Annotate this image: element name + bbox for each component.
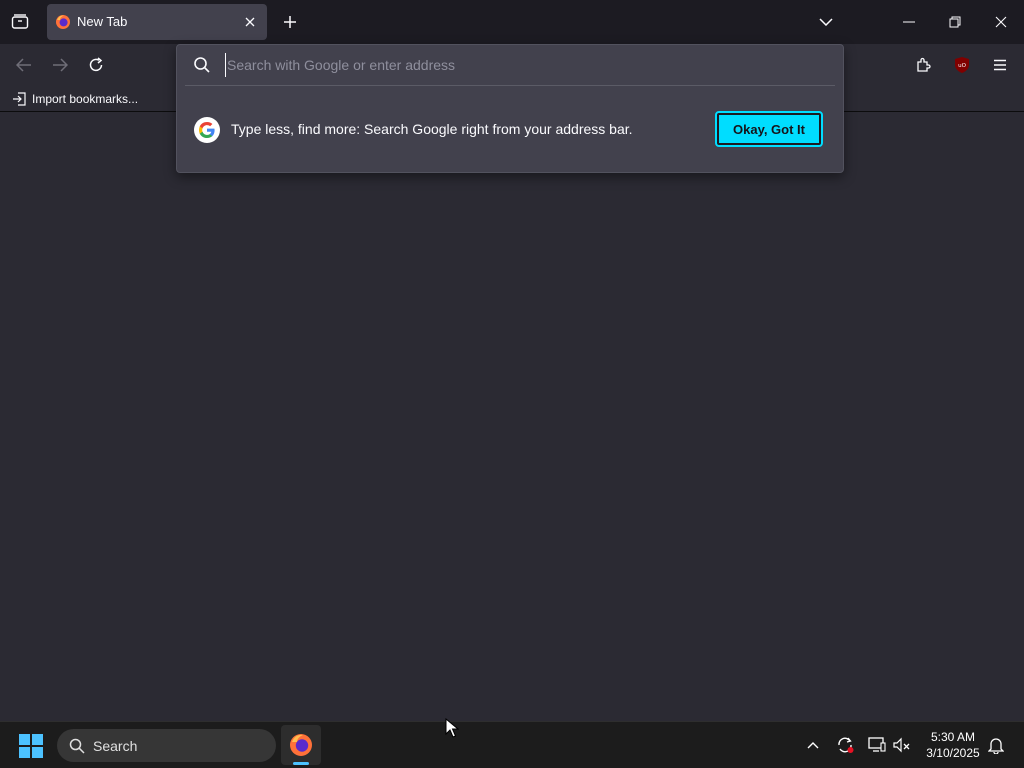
popup-divider — [185, 85, 835, 86]
address-bar-input[interactable] — [225, 53, 825, 77]
restore-button[interactable] — [932, 6, 978, 38]
volume-tray-icon[interactable] — [891, 734, 913, 756]
list-all-tabs-button[interactable] — [814, 10, 838, 34]
chevron-down-icon — [819, 18, 833, 26]
tab-overview-button[interactable] — [6, 10, 34, 34]
taskbar-search-label: Search — [93, 737, 138, 754]
tab-title: New Tab — [77, 14, 128, 29]
new-tab-button[interactable] — [278, 10, 302, 34]
close-icon — [245, 17, 255, 27]
forward-icon — [53, 58, 68, 72]
clock-date: 3/10/2025 — [926, 746, 980, 760]
plus-icon — [284, 16, 296, 28]
firefox-icon — [56, 15, 70, 29]
clock-time: 5:30 AM — [930, 730, 976, 744]
ublock-origin-button[interactable]: uO — [949, 52, 975, 78]
minimize-icon — [903, 21, 915, 23]
restore-icon — [949, 16, 961, 28]
sync-icon — [838, 737, 854, 753]
show-hidden-icons-button[interactable] — [802, 734, 824, 756]
search-icon — [194, 57, 210, 73]
back-button[interactable] — [11, 52, 37, 78]
tab-close-button[interactable] — [241, 13, 259, 31]
search-tip-text: Type less, find more: Search Google righ… — [231, 121, 633, 137]
close-window-button[interactable] — [978, 6, 1024, 38]
bell-icon — [988, 738, 1004, 754]
extensions-icon — [917, 57, 931, 72]
import-icon — [13, 92, 26, 106]
network-icon — [868, 737, 886, 752]
network-tray-icon[interactable] — [866, 734, 888, 756]
tab-overview-icon — [11, 14, 29, 29]
import-bookmarks-button[interactable]: Import bookmarks... — [12, 90, 138, 108]
extensions-button[interactable] — [911, 52, 937, 78]
chevron-up-icon — [807, 742, 819, 749]
taskbar-search-box[interactable]: Search — [57, 729, 276, 762]
ublock-icon: uO — [955, 57, 969, 73]
windows-taskbar: Search 5:30 AM 3/10/2025 — [0, 721, 1024, 768]
tab-new-tab[interactable]: New Tab — [47, 4, 267, 40]
notifications-button[interactable] — [985, 734, 1007, 756]
reload-icon — [89, 57, 103, 72]
running-indicator — [293, 762, 309, 765]
sync-tray-icon[interactable] — [834, 734, 856, 756]
windows-logo-icon — [19, 734, 43, 758]
taskbar-firefox-button[interactable] — [281, 725, 321, 765]
forward-button[interactable] — [47, 52, 73, 78]
firefox-icon — [290, 734, 312, 756]
google-icon — [194, 117, 220, 143]
minimize-button[interactable] — [886, 6, 932, 38]
okay-got-it-button[interactable]: Okay, Got It — [715, 111, 823, 147]
reload-button[interactable] — [83, 52, 109, 78]
svg-text:uO: uO — [958, 63, 966, 69]
volume-muted-icon — [893, 737, 910, 753]
mouse-cursor-icon — [445, 718, 459, 738]
app-menu-button[interactable] — [987, 52, 1013, 78]
urlbar-popup: Type less, find more: Search Google righ… — [176, 44, 844, 173]
taskbar-clock[interactable]: 5:30 AM 3/10/2025 — [920, 729, 986, 761]
menu-icon — [994, 59, 1006, 71]
page-content[interactable] — [0, 113, 1024, 721]
back-icon — [16, 58, 31, 72]
close-icon — [995, 16, 1007, 28]
import-bookmarks-label: Import bookmarks... — [32, 92, 139, 106]
start-button[interactable] — [16, 732, 46, 760]
search-icon — [69, 738, 85, 754]
tab-strip: New Tab — [0, 0, 1024, 44]
